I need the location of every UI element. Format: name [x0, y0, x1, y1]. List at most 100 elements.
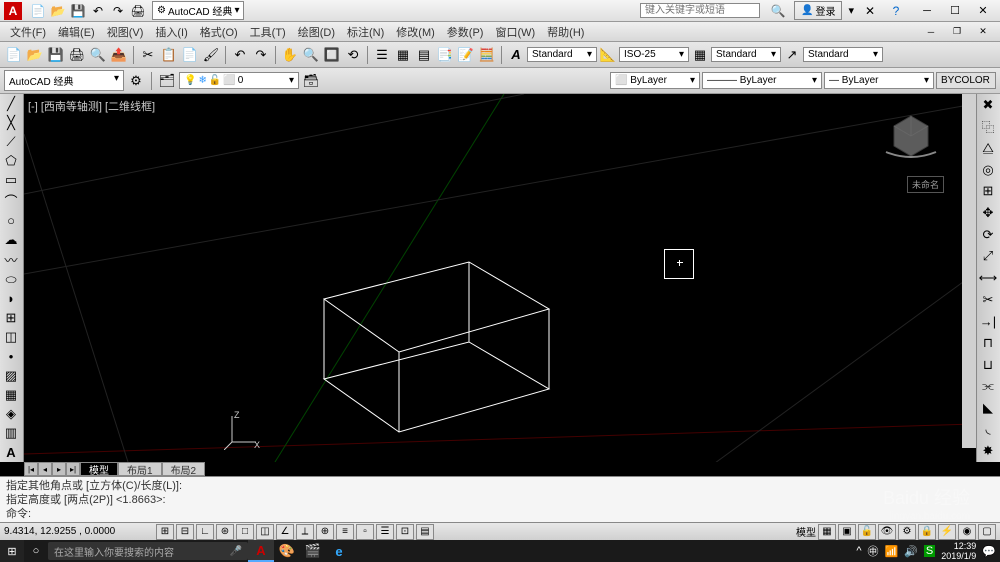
chamfer-icon[interactable]: ◣	[977, 397, 999, 419]
arc-icon[interactable]: ⌒	[0, 190, 22, 211]
sc-toggle[interactable]: ⊡	[396, 524, 414, 540]
ucs-icon[interactable]: Z X	[224, 410, 264, 450]
command-prompt[interactable]: 命令:	[6, 507, 994, 521]
login-button[interactable]: 👤登录	[794, 1, 842, 20]
mleader-style-icon[interactable]: ↗	[782, 45, 802, 65]
table-icon[interactable]: ▥	[0, 424, 22, 443]
command-window[interactable]: 指定其他角点或 [立方体(C)/长度(L)]: 指定高度或 [两点(2P)] <…	[0, 476, 1000, 522]
polygon-icon[interactable]: ⬠	[0, 152, 22, 171]
quickcalc-icon[interactable]: 🧮	[477, 45, 497, 65]
menu-edit[interactable]: 编辑(E)	[52, 22, 101, 42]
copy-icon[interactable]: 📋	[159, 45, 179, 65]
table-style-dropdown[interactable]: Standard▾	[711, 47, 781, 62]
menu-format[interactable]: 格式(O)	[194, 22, 244, 42]
hatch-icon[interactable]: ▨	[0, 366, 22, 385]
taskbar-edge-icon[interactable]: e	[326, 540, 352, 562]
color-dropdown[interactable]: ⬜ ByLayer▾	[610, 72, 700, 89]
dyn-toggle[interactable]: ⊕	[316, 524, 334, 540]
region-icon[interactable]: ◈	[0, 404, 22, 423]
table-style-icon[interactable]: ▦	[690, 45, 710, 65]
properties-icon[interactable]: ☰	[372, 45, 392, 65]
text-style-icon[interactable]: A	[506, 45, 526, 65]
fillet-icon[interactable]: ◟	[977, 419, 999, 441]
quickview-layouts-icon[interactable]: ▦	[818, 524, 836, 540]
viewcube[interactable]	[876, 104, 946, 174]
menu-window[interactable]: 窗口(W)	[489, 22, 541, 42]
construction-line-icon[interactable]: ╳	[0, 113, 22, 132]
rectangle-icon[interactable]: ▭	[0, 171, 22, 190]
hardware-accel-icon[interactable]: ⚡	[938, 524, 956, 540]
array-icon[interactable]: ⊞	[977, 181, 999, 203]
menu-view[interactable]: 视图(V)	[101, 22, 150, 42]
polyline-icon[interactable]: ⟋	[0, 132, 22, 151]
qp-toggle[interactable]: ☰	[376, 524, 394, 540]
new-file-icon[interactable]: 📄	[4, 45, 24, 65]
drawing-viewport[interactable]: [-] [西南等轴测] [二维线框] 未命名	[24, 94, 976, 462]
doc-minimize-button[interactable]: ─	[918, 24, 944, 40]
tab-model[interactable]: 模型	[80, 462, 118, 476]
model-space-label[interactable]: 模型	[796, 524, 816, 539]
quickview-drawings-icon[interactable]: ▣	[838, 524, 856, 540]
rotate-icon[interactable]: ⟳	[977, 224, 999, 246]
menu-help[interactable]: 帮助(H)	[541, 22, 590, 42]
tpy-toggle[interactable]: ▫	[356, 524, 374, 540]
explode-icon[interactable]: ✸	[977, 440, 999, 462]
doc-restore-button[interactable]: ❐	[944, 24, 970, 40]
minimize-button[interactable]: ─	[914, 3, 940, 19]
sheet-set-icon[interactable]: 📑	[435, 45, 455, 65]
am-toggle[interactable]: ▤	[416, 524, 434, 540]
close-button[interactable]: ✕	[970, 3, 996, 19]
ellipse-icon[interactable]: ⬭	[0, 270, 22, 289]
extend-icon[interactable]: →|	[977, 310, 999, 332]
clean-screen-icon[interactable]: ▢	[978, 524, 996, 540]
lineweight-dropdown[interactable]: — ByLayer▾	[824, 72, 934, 89]
otrack-toggle[interactable]: ∠	[276, 524, 294, 540]
menu-file[interactable]: 文件(F)	[4, 22, 52, 42]
mirror-icon[interactable]: ⧋	[977, 137, 999, 159]
menu-insert[interactable]: 插入(I)	[149, 22, 193, 42]
tab-nav-last[interactable]: ▸|	[66, 462, 80, 476]
doc-close-button[interactable]: ✕	[970, 24, 996, 40]
menu-parametric[interactable]: 参数(P)	[441, 22, 490, 42]
ortho-toggle[interactable]: ∟	[196, 524, 214, 540]
plot-preview-icon[interactable]: 🔍	[88, 45, 108, 65]
pan-icon[interactable]: ✋	[280, 45, 300, 65]
coordinate-display[interactable]: 9.4314, 12.9255 , 0.0000	[4, 526, 154, 537]
exchange-icon[interactable]: ✕	[861, 2, 879, 20]
ducs-toggle[interactable]: ⟂	[296, 524, 314, 540]
scrollbar-vertical[interactable]	[962, 94, 976, 448]
save-icon[interactable]: 💾	[69, 2, 87, 20]
osnap-toggle[interactable]: □	[236, 524, 254, 540]
workspace-select[interactable]: AutoCAD 经典▾	[4, 70, 124, 91]
point-icon[interactable]: •	[0, 347, 22, 366]
trim-icon[interactable]: ✂	[977, 289, 999, 311]
insert-block-icon[interactable]: ⊞	[0, 309, 22, 328]
erase-icon[interactable]: ✖	[977, 94, 999, 116]
open-file-icon[interactable]: 📂	[25, 45, 45, 65]
layer-dropdown[interactable]: 💡❄🔓⬜0▾	[179, 72, 299, 89]
match-prop-icon[interactable]: 🖌	[201, 45, 221, 65]
menu-draw[interactable]: 绘图(D)	[292, 22, 341, 42]
workspace-settings-icon[interactable]: ⚙	[126, 71, 146, 91]
taskbar-movies-icon[interactable]: 🎬	[300, 540, 326, 562]
menu-modify[interactable]: 修改(M)	[390, 22, 441, 42]
infocenter-icon[interactable]: 🔍	[769, 2, 787, 20]
stretch-icon[interactable]: ⟷	[977, 267, 999, 289]
zoom-window-icon[interactable]: 🔲	[322, 45, 342, 65]
offset-icon[interactable]: ◎	[977, 159, 999, 181]
polar-toggle[interactable]: ⊛	[216, 524, 234, 540]
markup-icon[interactable]: 📝	[456, 45, 476, 65]
break-at-point-icon[interactable]: ⊓	[977, 332, 999, 354]
circle-icon[interactable]: ○	[0, 211, 22, 230]
cut-icon[interactable]: ✂	[138, 45, 158, 65]
ellipse-arc-icon[interactable]: ◗	[0, 289, 22, 308]
linetype-dropdown[interactable]: ——— ByLayer▾	[702, 72, 822, 89]
text-style-dropdown[interactable]: Standard▾	[527, 47, 597, 62]
tab-nav-first[interactable]: |◂	[24, 462, 38, 476]
tray-network-icon[interactable]: 📶	[885, 545, 899, 558]
tab-nav-next[interactable]: ▸	[52, 462, 66, 476]
revcloud-icon[interactable]: ☁	[0, 230, 22, 249]
help-icon[interactable]: ?	[887, 2, 905, 20]
move-icon[interactable]: ✥	[977, 202, 999, 224]
windows-search-input[interactable]: 在这里输入你要搜索的内容 🎤	[48, 542, 248, 560]
